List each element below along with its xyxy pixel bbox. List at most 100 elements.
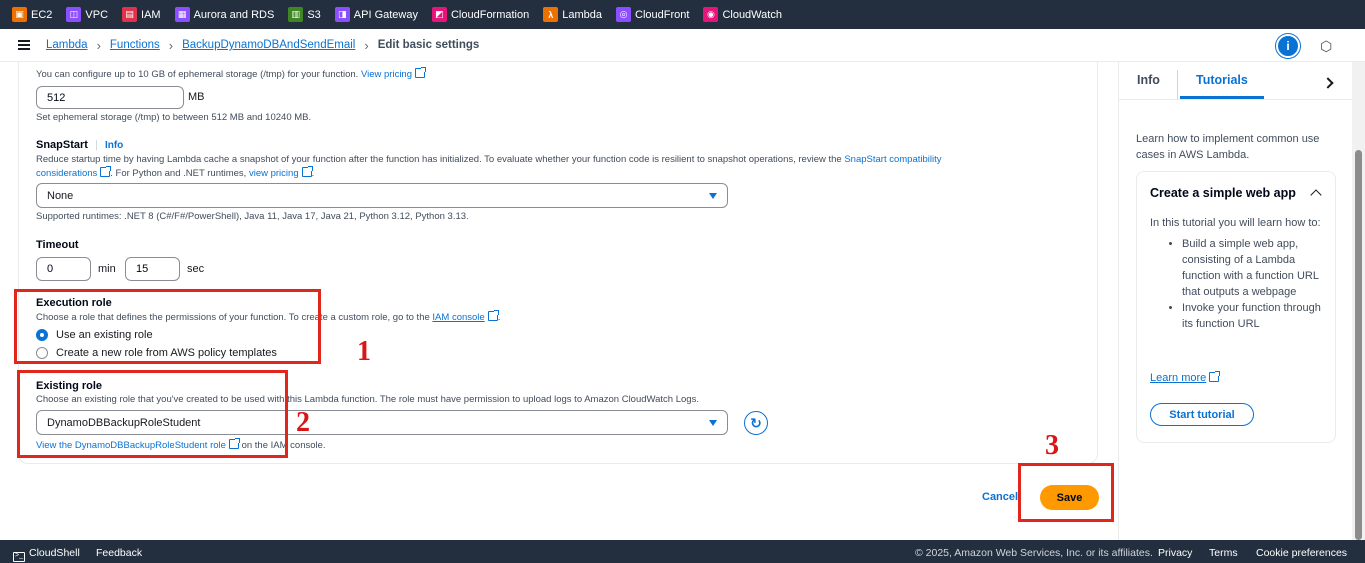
timeout-label: Timeout [36,239,79,251]
service-link-ec2[interactable]: ▣ EC2 [12,7,52,22]
service-link-aurora-and-rds[interactable]: ▦ Aurora and RDS [174,7,275,22]
service-link-iam[interactable]: ▤ IAM [122,7,161,22]
breadcrumb-functions[interactable]: Functions [110,39,160,51]
footer: >_ CloudShell Feedback © 2025, Amazon Web… [0,540,1365,563]
view-pricing-link[interactable]: View pricing [361,69,412,80]
tutorial-step: Build a simple web app, consisting of a … [1182,236,1325,300]
main-content: You can configure up to 10 GB of ephemer… [0,62,1118,540]
info-icon[interactable]: i [1276,34,1300,58]
service-link-lambda[interactable]: λ Lambda [543,7,602,22]
learn-more-line: Learn more [1150,371,1221,384]
tutorial-card-body: In this tutorial you will learn how to: … [1150,215,1325,332]
snapstart-description-2: considerations. For Python and .NET runt… [36,166,315,179]
snapstart-label: SnapStart [36,139,88,151]
snapstart-compat-link[interactable]: SnapStart compatibility [844,154,941,165]
external-link-icon [1209,371,1221,382]
timeout-min-input[interactable]: 0 [36,257,91,281]
privacy-link[interactable]: Privacy [1158,547,1192,559]
tutorial-card: Create a simple web app In this tutorial… [1136,171,1336,443]
external-link-icon [487,310,499,321]
breadcrumb-bar: Lambda › Functions › BackupDynamoDBAndSe… [0,29,1365,62]
snapstart-select[interactable]: None [36,183,728,208]
settings-hex-icon[interactable]: ⬡ [1320,38,1332,55]
rds-icon: ▦ [174,7,190,22]
cloudshell-button[interactable]: >_ CloudShell [13,547,80,562]
snapstart-header: SnapStart | Info [36,139,124,151]
breadcrumb-separator-icon: › [168,37,174,53]
chevron-up-icon[interactable] [1310,189,1322,201]
menu-icon[interactable] [18,40,30,50]
s3-icon: ▥ [288,7,304,22]
annotation-number-3: 3 [1045,430,1059,461]
snapstart-info-link[interactable]: Info [105,140,123,151]
ephemeral-description: You can configure up to 10 GB of ephemer… [36,67,426,80]
annotation-box-2 [17,370,288,458]
service-label: VPC [85,8,109,21]
service-link-api-gateway[interactable]: ◨ API Gateway [334,7,418,22]
tutorial-intro: In this tutorial you will learn how to: [1150,217,1321,229]
service-link-cloudformation[interactable]: ◩ CloudFormation [431,7,530,22]
save-button[interactable]: Save [1040,485,1099,510]
tab-divider-line [1119,99,1353,100]
tutorial-step: Invoke your function through its functio… [1182,300,1325,332]
tab-tutorials[interactable]: Tutorials [1196,73,1248,87]
external-link-icon [415,67,426,78]
tab-divider [1177,70,1178,100]
services-bar: ▣ EC2 ◫ VPC ▤ IAM ▦ Aurora and RDS ▥ S3 ◨ API Gatew… [0,0,1365,29]
vpc-icon: ◫ [66,7,82,22]
ephemeral-unit: MB [188,91,205,103]
iam-console-link[interactable]: IAM console [432,312,484,323]
scrollbar-thumb[interactable] [1355,150,1362,540]
timeout-min-unit: min [98,263,116,275]
lambda-icon: λ [543,7,559,22]
service-label: CloudFormation [450,8,530,21]
snapstart-hint: Supported runtimes: .NET 8 (C#/F#/PowerS… [36,211,469,222]
help-panel: Info Tutorials Learn how to implement co… [1118,62,1353,540]
service-link-vpc[interactable]: ◫ VPC [66,7,108,22]
caret-down-icon [709,192,717,199]
external-link-icon [100,166,112,177]
tutorial-steps: Build a simple web app, consisting of a … [1168,236,1325,332]
service-label: Aurora and RDS [193,8,275,21]
ephemeral-storage-input[interactable]: 512 [36,86,184,109]
start-tutorial-button[interactable]: Start tutorial [1150,403,1254,426]
cloudwatch-icon: ◉ [703,7,719,22]
service-link-cloudwatch[interactable]: ◉ CloudWatch [703,7,782,22]
service-link-s3[interactable]: ▥ S3 [288,7,321,22]
service-label: API Gateway [353,8,418,21]
ephemeral-hint: Set ephemeral storage (/tmp) to between … [36,112,312,123]
service-label: Lambda [562,8,603,21]
snapstart-considerations-link[interactable]: considerations [36,168,97,179]
timeout-sec-input[interactable]: 15 [125,257,180,281]
copyright-text: © 2025, Amazon Web Services, Inc. or its… [915,547,1153,559]
cookie-preferences-link[interactable]: Cookie preferences [1256,547,1347,559]
caret-down-icon [709,419,717,426]
timeout-sec-unit: sec [187,263,205,275]
service-label: CloudWatch [722,8,782,21]
breadcrumb-lambda[interactable]: Lambda [46,39,88,51]
page-scrollbar[interactable] [1352,62,1365,540]
chevron-right-icon[interactable] [1322,77,1334,89]
breadcrumb-separator-icon: › [96,37,101,53]
service-label: S3 [307,8,321,21]
service-label: IAM [141,8,161,21]
tutorial-card-title: Create a simple web app [1150,186,1296,200]
snapstart-description: Reduce startup time by having Lambda cac… [36,154,942,165]
refresh-icon[interactable]: ↻ [744,411,768,435]
iam-icon: ▤ [122,7,138,22]
cloudshell-icon: >_ [13,552,25,562]
api-gateway-icon: ◨ [334,7,350,22]
tab-info[interactable]: Info [1137,73,1160,87]
feedback-link[interactable]: Feedback [96,547,142,559]
terms-link[interactable]: Terms [1209,547,1238,559]
snapstart-pricing-link[interactable]: view pricing [249,168,299,179]
external-link-icon [301,166,313,177]
learn-more-link[interactable]: Learn more [1150,372,1206,384]
service-label: CloudFront [635,8,690,21]
breadcrumb-function-name[interactable]: BackupDynamoDBAndSendEmail [182,39,355,51]
service-label: EC2 [31,8,53,21]
cancel-button[interactable]: Cancel [982,491,1018,503]
cloudfront-icon: ◎ [616,7,632,22]
help-description: Learn how to implement common use cases … [1136,133,1320,161]
service-link-cloudfront[interactable]: ◎ CloudFront [616,7,689,22]
